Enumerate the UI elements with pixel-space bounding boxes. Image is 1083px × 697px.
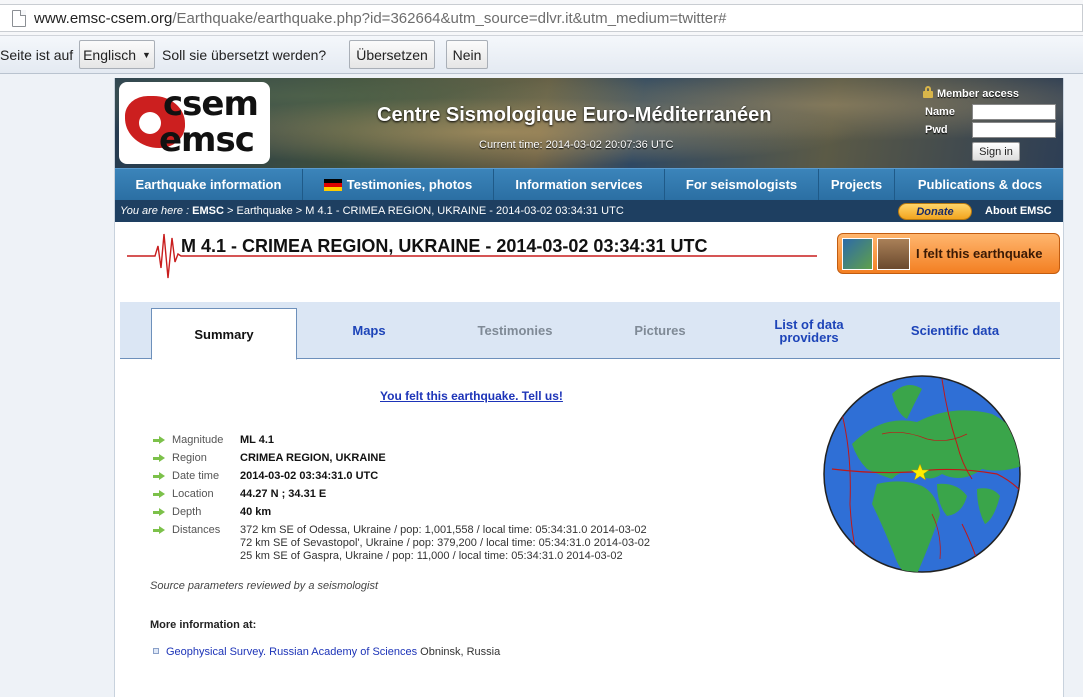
breadcrumb: You are here : EMSC > Earthquake > M 4.1…	[120, 205, 624, 217]
map-icon	[842, 238, 873, 270]
nav-publications-docs[interactable]: Publications & docs	[895, 169, 1063, 200]
felt-earthquake-label: I felt this earthquake	[916, 246, 1043, 261]
nav-projects[interactable]: Projects	[819, 169, 895, 200]
url-field[interactable]: www.emsc-csem.org/Earthquake/earthquake.…	[0, 4, 1083, 32]
agency-item: Geophysical Survey. Russian Academy of S…	[153, 646, 500, 658]
nav-earthquake-information[interactable]: Earthquake information	[115, 169, 303, 200]
damaged-house-icon	[877, 238, 910, 270]
tab-summary[interactable]: Summary	[151, 308, 297, 360]
logo-text-top: csem	[163, 84, 259, 124]
breadcrumb-root-link[interactable]: EMSC	[192, 205, 224, 217]
distances-list: 372 km SE of Odessa, Ukraine / pop: 1,00…	[240, 524, 650, 563]
logo-text-bottom: emsc	[159, 120, 255, 160]
reviewed-note: Source parameters reviewed by a seismolo…	[150, 580, 379, 592]
felt-earthquake-button[interactable]: I felt this earthquake	[837, 233, 1060, 274]
agency-link[interactable]: Geophysical Survey. Russian Academy of S…	[166, 646, 417, 658]
arrow-right-icon	[153, 436, 165, 445]
breadcrumb-bar: You are here : EMSC > Earthquake > M 4.1…	[115, 200, 1063, 222]
dropdown-arrow-icon: ▼	[142, 49, 151, 60]
no-translate-button[interactable]: Nein	[446, 40, 488, 69]
tab-bar: Summary Maps Testimonies Pictures List o…	[120, 302, 1060, 360]
nav-information-services[interactable]: Information services	[494, 169, 665, 200]
page-icon	[12, 9, 26, 27]
distance-item: 372 km SE of Odessa, Ukraine / pop: 1,00…	[240, 524, 647, 536]
tab-data-providers[interactable]: List of data providers	[745, 302, 873, 359]
language-select[interactable]: Englisch ▼	[79, 40, 155, 69]
password-input[interactable]	[972, 122, 1056, 138]
breadcrumb-prefix: You are here :	[120, 205, 190, 217]
name-label: Name	[925, 106, 955, 118]
translate-bar: Seite ist auf Englisch ▼ Soll sie überse…	[0, 36, 1083, 74]
nav-testimonies-photos[interactable]: Testimonies, photos	[303, 169, 494, 200]
arrow-right-icon	[153, 526, 165, 535]
translate-button[interactable]: Übersetzen	[349, 40, 435, 69]
about-emsc-link[interactable]: About EMSC	[985, 205, 1052, 217]
more-info-heading: More information at:	[150, 619, 257, 631]
tab-testimonies[interactable]: Testimonies	[450, 302, 580, 359]
arrow-right-icon	[153, 472, 165, 481]
site-title: Centre Sismologique Euro-Méditerranéen	[377, 104, 772, 126]
arrow-right-icon	[153, 454, 165, 463]
name-input[interactable]	[972, 104, 1056, 120]
tab-maps[interactable]: Maps	[310, 302, 428, 359]
page-content: csem emsc Centre Sismologique Euro-Médit…	[114, 78, 1064, 697]
event-title: M 4.1 - CRIMEA REGION, UKRAINE - 2014-03…	[181, 236, 708, 256]
german-flag-icon	[323, 178, 342, 191]
epicenter-globe-map[interactable]	[822, 374, 1022, 574]
breadcrumb-trail: > Earthquake > M 4.1 - CRIMEA REGION, UK…	[223, 205, 624, 217]
distance-item: 72 km SE of Sevastopol', Ukraine / pop: …	[240, 537, 650, 549]
translate-intro: Seite ist auf	[0, 47, 74, 63]
arrow-right-icon	[153, 490, 165, 499]
bullet-icon	[153, 648, 159, 654]
pwd-label: Pwd	[925, 124, 948, 136]
url-host: www.emsc-csem.org	[34, 9, 173, 27]
tab-pictures[interactable]: Pictures	[600, 302, 720, 359]
agency-city: Obninsk, Russia	[417, 646, 501, 658]
url-text[interactable]: www.emsc-csem.org/Earthquake/earthquake.…	[34, 10, 726, 27]
browser-address-bar: www.emsc-csem.org/Earthquake/earthquake.…	[0, 0, 1083, 36]
language-label: Englisch	[83, 46, 136, 63]
emsc-logo[interactable]: csem emsc	[119, 82, 270, 164]
header-banner: csem emsc Centre Sismologique Euro-Médit…	[115, 78, 1063, 168]
arrow-right-icon	[153, 508, 165, 517]
translate-question: Soll sie übersetzt werden?	[162, 47, 327, 63]
donate-button[interactable]: Donate	[898, 203, 972, 220]
tab-scientific-data[interactable]: Scientific data	[890, 302, 1020, 359]
lock-icon	[923, 86, 933, 98]
nav-for-seismologists[interactable]: For seismologists	[665, 169, 819, 200]
tell-us-link[interactable]: You felt this earthquake. Tell us!	[380, 389, 563, 403]
member-access-label: Member access	[937, 88, 1019, 100]
current-time: Current time: 2014-03-02 20:07:36 UTC	[479, 139, 674, 151]
main-nav: Earthquake information Testimonies, phot…	[115, 168, 1063, 200]
distance-item: 25 km SE of Gaspra, Ukraine / pop: 11,00…	[240, 550, 623, 562]
url-path: /Earthquake/earthquake.php?id=362664&utm…	[172, 9, 727, 27]
sign-in-button[interactable]: Sign in	[972, 142, 1020, 161]
